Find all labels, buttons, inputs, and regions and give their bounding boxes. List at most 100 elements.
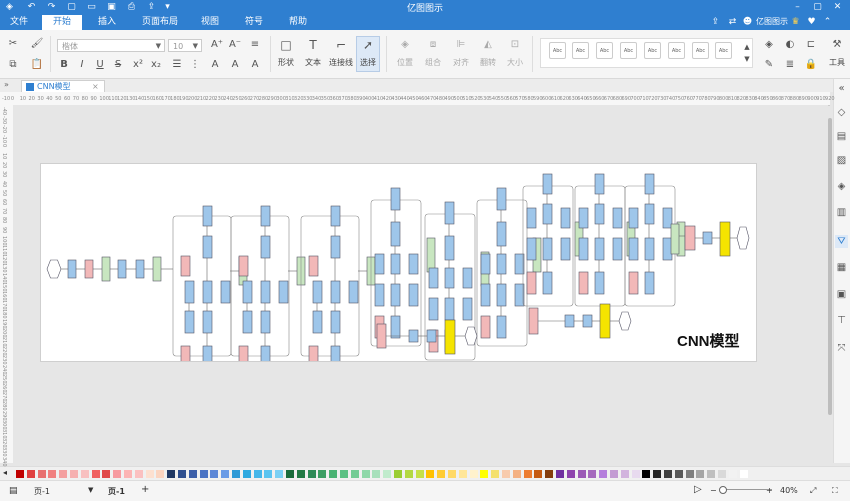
conv-block[interactable] xyxy=(67,259,77,279)
fc-block[interactable] xyxy=(582,314,593,328)
style-thumb[interactable]: Abc xyxy=(692,42,709,59)
conv-block[interactable] xyxy=(560,237,571,261)
line-style-icon[interactable]: ≣ xyxy=(783,58,797,72)
conv-block[interactable] xyxy=(408,253,419,275)
conv-block[interactable] xyxy=(242,280,253,304)
color-swatch[interactable] xyxy=(383,470,392,478)
shape-tool-label[interactable]: 形状 xyxy=(273,57,299,68)
conv-block[interactable] xyxy=(560,207,571,229)
conv-block[interactable] xyxy=(330,310,341,334)
pool-block[interactable] xyxy=(238,255,249,277)
conv-block[interactable] xyxy=(542,203,553,225)
conv-block[interactable] xyxy=(220,280,231,304)
conv-block[interactable] xyxy=(330,345,341,361)
shape-tool-icon[interactable]: □ xyxy=(279,38,293,52)
conv-block[interactable] xyxy=(462,297,473,321)
conv-block[interactable] xyxy=(594,203,605,225)
conv-block[interactable] xyxy=(496,315,507,339)
conv-block[interactable] xyxy=(260,345,271,361)
fit-panel-icon[interactable]: ⤧ xyxy=(835,342,848,355)
color-swatch[interactable] xyxy=(296,470,305,478)
color-swatch[interactable] xyxy=(361,470,370,478)
zoom-out-icon[interactable]: − xyxy=(710,486,717,495)
pool-block[interactable] xyxy=(308,345,319,361)
conv-block[interactable] xyxy=(480,283,491,307)
page-selector[interactable]: 页-1 xyxy=(34,486,50,497)
color-swatch[interactable] xyxy=(340,470,348,478)
color-swatch[interactable] xyxy=(59,470,68,478)
color-swatch[interactable] xyxy=(512,470,521,478)
user-label[interactable]: 亿图图示 xyxy=(756,16,788,27)
pool-block[interactable] xyxy=(528,307,539,335)
color-swatch[interactable] xyxy=(653,470,662,478)
color-swatch[interactable] xyxy=(264,470,273,478)
lock-icon[interactable]: 🔒 xyxy=(804,58,818,72)
color-swatch[interactable] xyxy=(253,470,262,478)
pool-block[interactable] xyxy=(180,255,191,277)
conv-block[interactable] xyxy=(202,280,213,304)
conv-block[interactable] xyxy=(202,345,213,361)
conv-block[interactable] xyxy=(496,187,507,211)
conv-block[interactable] xyxy=(644,203,655,225)
color-swatch[interactable] xyxy=(728,470,737,478)
conv-block[interactable] xyxy=(330,235,341,259)
conv-block[interactable] xyxy=(496,253,507,275)
menu-symbols[interactable]: 符号 xyxy=(240,15,268,30)
conv-block[interactable] xyxy=(578,237,589,261)
diagram-title[interactable]: CNN模型 xyxy=(677,330,740,351)
crop-icon[interactable]: ⊏ xyxy=(804,38,818,52)
pool-block[interactable] xyxy=(578,271,589,295)
menu-page-layout[interactable]: 页面布局 xyxy=(138,15,182,30)
color-swatch[interactable] xyxy=(48,470,57,478)
style-thumb[interactable]: Abc xyxy=(715,42,732,59)
align-text-icon[interactable]: ≡ xyxy=(248,38,262,52)
zoom-level[interactable]: 40% xyxy=(780,486,798,495)
color-swatch[interactable] xyxy=(372,470,381,478)
menu-view[interactable]: 视图 xyxy=(196,15,224,30)
color-swatch[interactable] xyxy=(556,470,564,478)
conv-block[interactable] xyxy=(542,271,553,295)
color-swatch[interactable] xyxy=(145,470,154,478)
color-swatch[interactable] xyxy=(404,470,413,478)
conv-block[interactable] xyxy=(612,237,623,261)
play-icon[interactable]: ▷ xyxy=(694,484,702,495)
color-swatch[interactable] xyxy=(469,470,478,478)
connector-tool-label[interactable]: 连接线 xyxy=(326,57,356,68)
concat-block[interactable] xyxy=(152,256,162,282)
color-swatch[interactable] xyxy=(16,470,24,478)
paste-icon[interactable]: 📋 xyxy=(30,58,44,72)
open-icon[interactable]: ▭ xyxy=(86,2,97,13)
layers-panel-icon[interactable]: ◈ xyxy=(835,180,848,193)
color-swatch[interactable] xyxy=(696,470,705,478)
conv-block[interactable] xyxy=(542,173,553,195)
style-thumb[interactable]: Abc xyxy=(668,42,685,59)
output-node[interactable] xyxy=(464,326,478,346)
zoom-slider-handle[interactable] xyxy=(719,486,727,494)
conv-block[interactable] xyxy=(444,267,455,289)
print-icon[interactable]: ⎙ xyxy=(126,2,137,13)
conv-block[interactable] xyxy=(330,280,341,304)
concat-block[interactable] xyxy=(101,256,111,282)
color-swatch[interactable] xyxy=(242,470,251,478)
maximize-icon[interactable]: ▢ xyxy=(812,2,823,13)
color-swatch[interactable] xyxy=(437,470,446,478)
concat-block[interactable] xyxy=(426,237,436,273)
zoom-slider-track[interactable] xyxy=(720,489,772,490)
shadow-icon[interactable]: ◐ xyxy=(783,38,797,52)
softmax-block[interactable] xyxy=(719,221,731,257)
output-node[interactable] xyxy=(736,226,750,250)
conv-block[interactable] xyxy=(496,221,507,247)
style-thumb[interactable]: Abc xyxy=(572,42,589,59)
user-icon[interactable]: ☻ xyxy=(742,17,753,28)
color-swatch[interactable] xyxy=(210,470,219,478)
color-swatch[interactable] xyxy=(178,470,186,478)
conv-block[interactable] xyxy=(260,205,271,227)
color-swatch[interactable] xyxy=(458,470,467,478)
cut-icon[interactable]: ✂ xyxy=(6,37,20,51)
color-swatch[interactable] xyxy=(167,470,176,478)
color-swatch[interactable] xyxy=(221,470,230,478)
conv-block[interactable] xyxy=(184,310,195,334)
underline-button[interactable]: U xyxy=(93,58,107,72)
conv-block[interactable] xyxy=(526,207,537,229)
gallery-scroll-down-icon[interactable]: ▼ xyxy=(740,52,754,66)
